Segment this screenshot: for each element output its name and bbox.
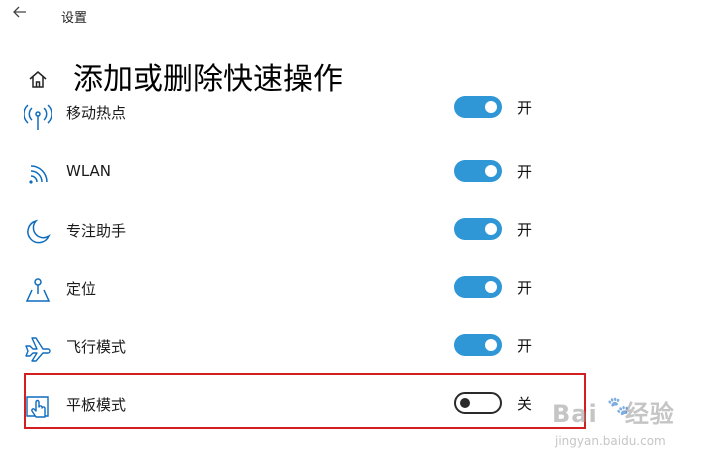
- toggle-state: 开: [517, 279, 533, 297]
- list-item-location: 定位 开: [0, 266, 718, 312]
- paw-icon: 🐾: [607, 396, 630, 417]
- highlight-box: [24, 373, 586, 429]
- toggle-knob: [485, 339, 497, 351]
- toggle-state: 开: [517, 221, 533, 239]
- moon-icon: [24, 218, 52, 246]
- title-bar: 设置: [0, 0, 718, 32]
- list-item-wlan: WLAN 开: [0, 150, 718, 196]
- toggle-wlan[interactable]: [454, 160, 502, 182]
- app-title: 设置: [61, 11, 88, 26]
- wifi-icon: [24, 160, 52, 188]
- toggle-airplane-mode[interactable]: [454, 334, 502, 356]
- watermark-text: Bai: [552, 400, 598, 428]
- item-label: 移动热点: [66, 104, 127, 122]
- mobile-hotspot-icon: [23, 102, 53, 130]
- baidu-watermark: Bai 🐾 经验 jingyan.baidu.com: [552, 394, 675, 448]
- item-label: 专注助手: [66, 222, 127, 240]
- airplane-icon: [24, 334, 52, 362]
- toggle-state: 开: [517, 337, 533, 355]
- toggle-location[interactable]: [454, 276, 502, 298]
- list-item-mobile-hotspot: 移动热点 开: [0, 92, 718, 138]
- back-button[interactable]: [12, 4, 36, 24]
- item-label: WLAN: [66, 162, 112, 180]
- back-arrow-icon: [13, 6, 26, 18]
- toggle-mobile-hotspot[interactable]: [454, 96, 502, 118]
- toggle-knob: [485, 281, 497, 293]
- item-label: 定位: [66, 280, 97, 298]
- list-item-airplane-mode: 飞行模式 开: [0, 324, 718, 370]
- toggle-knob: [485, 165, 497, 177]
- toggle-knob: [485, 101, 497, 113]
- toggle-state: 开: [517, 163, 533, 181]
- home-icon[interactable]: [27, 68, 49, 90]
- watermark-url: jingyan.baidu.com: [555, 434, 666, 448]
- item-label: 飞行模式: [66, 338, 127, 356]
- toggle-state: 开: [517, 99, 533, 117]
- watermark-text-2: 经验: [624, 400, 675, 428]
- toggle-knob: [485, 223, 497, 235]
- list-item-focus-assist: 专注助手 开: [0, 208, 718, 254]
- toggle-focus-assist[interactable]: [454, 218, 502, 240]
- location-icon: [24, 276, 52, 304]
